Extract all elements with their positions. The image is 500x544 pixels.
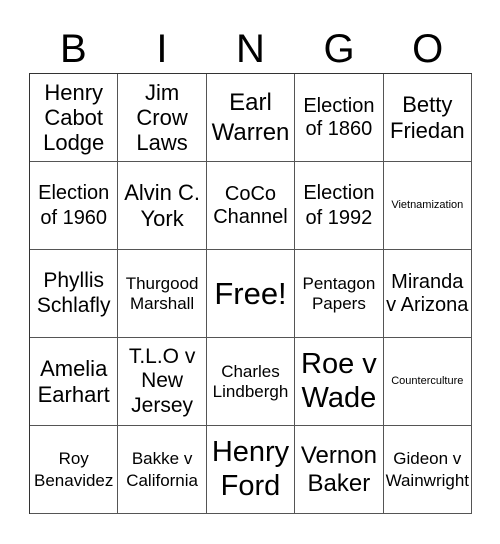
header-letter-o: O [412, 27, 444, 71]
bingo-header: B I N G O [29, 26, 472, 72]
bingo-cell[interactable]: Betty Friedan [383, 74, 472, 162]
bingo-cell[interactable]: Charles Lindbergh [206, 338, 296, 426]
bingo-cell[interactable]: Counterculture [383, 338, 472, 426]
bingo-cell[interactable]: Roy Benavidez [30, 426, 119, 514]
bingo-cell[interactable]: T.L.O v New Jersey [118, 338, 207, 426]
bingo-cell[interactable]: Amelia Earhart [30, 338, 119, 426]
bingo-cell[interactable]: Pentagon Papers [295, 250, 384, 338]
bingo-cell[interactable]: Miranda v Arizona [383, 250, 472, 338]
bingo-cell[interactable]: Alvin C. York [118, 162, 207, 250]
bingo-cell[interactable]: Bakke v California [118, 426, 207, 514]
bingo-cell[interactable]: Roe v Wade [295, 338, 384, 426]
bingo-cell[interactable]: Election of 1860 [295, 74, 384, 162]
bingo-cell[interactable]: Election of 1992 [295, 162, 384, 250]
header-letter-g: G [323, 27, 355, 71]
bingo-cell[interactable]: Thurgood Marshall [118, 250, 207, 338]
bingo-cell[interactable]: Earl Warren [206, 74, 296, 162]
bingo-cell[interactable]: Gideon v Wainwright [383, 426, 472, 514]
bingo-cell[interactable]: Vernon Baker [295, 426, 384, 514]
header-letter-b: B [59, 27, 87, 71]
bingo-cell[interactable]: Phyllis Schlafly [30, 250, 119, 338]
bingo-cell[interactable]: Election of 1960 [30, 162, 119, 250]
free-space[interactable]: Free! [206, 250, 296, 338]
bingo-cell[interactable]: Henry Cabot Lodge [30, 74, 119, 162]
header-letter-n: N [236, 27, 265, 71]
bingo-cell[interactable]: Vietnamization [383, 162, 472, 250]
header-letter-i: I [156, 27, 168, 71]
bingo-grid: Henry Cabot Lodge Jim Crow Laws Earl War… [29, 73, 472, 514]
bingo-cell[interactable]: CoCo Channel [206, 162, 296, 250]
bingo-cell[interactable]: Henry Ford [206, 426, 296, 514]
bingo-cell[interactable]: Jim Crow Laws [118, 74, 207, 162]
